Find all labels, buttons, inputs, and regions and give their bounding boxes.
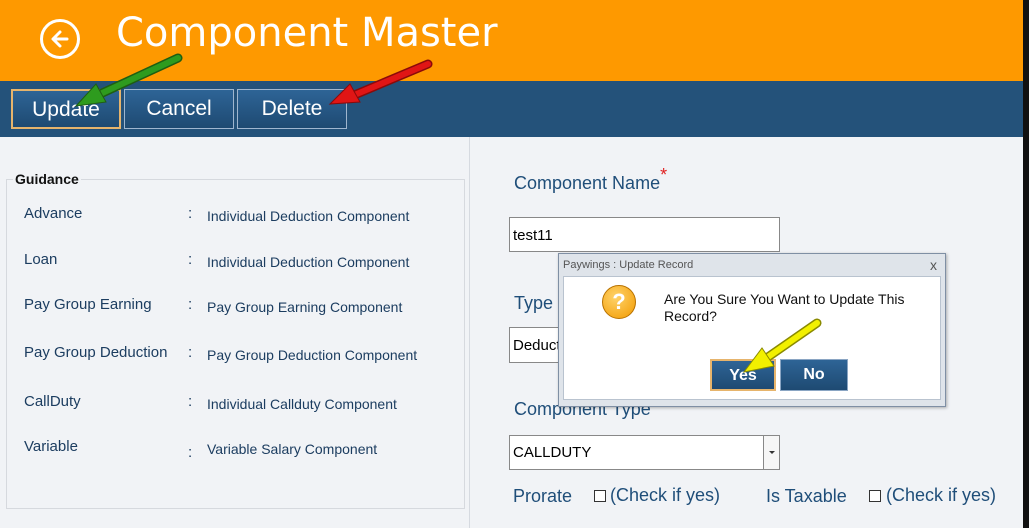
- taxable-checkbox[interactable]: [869, 490, 881, 502]
- guidance-key: Pay Group Deduction: [24, 344, 168, 361]
- prorate-checkbox[interactable]: [594, 490, 606, 502]
- component-type-select[interactable]: CALLDUTY: [509, 435, 780, 470]
- guidance-separator: :: [188, 444, 193, 461]
- app-header: Component Master: [0, 0, 1029, 81]
- guidance-separator: :: [188, 344, 193, 361]
- guidance-key: Pay Group Earning: [24, 296, 152, 313]
- required-mark: *: [660, 165, 668, 185]
- guidance-value: Variable Salary Component: [207, 441, 378, 457]
- no-button[interactable]: No: [780, 359, 848, 391]
- prorate-label: Prorate: [513, 486, 573, 506]
- taxable-label: Is Taxable: [766, 486, 847, 506]
- question-icon: ?: [602, 285, 636, 319]
- close-icon[interactable]: x: [930, 257, 937, 273]
- guidance-row: CallDuty : Individual Callduty Component: [0, 393, 470, 415]
- guidance-separator: :: [188, 251, 193, 268]
- component-name-label: Component Name*: [514, 165, 667, 194]
- dialog-body: ? Are You Sure You Want to Update This R…: [563, 276, 941, 400]
- delete-button[interactable]: Delete: [237, 89, 347, 129]
- guidance-key: Loan: [24, 251, 58, 268]
- dialog-message: Are You Sure You Want to Update This Rec…: [664, 291, 905, 324]
- prorate-check-label: (Check if yes): [610, 485, 721, 505]
- update-button[interactable]: Update: [11, 89, 121, 129]
- taxable-check-label: (Check if yes): [886, 485, 997, 505]
- back-button[interactable]: [40, 19, 80, 59]
- guidance-title: Guidance: [13, 171, 81, 187]
- back-arrow-icon: [51, 30, 69, 48]
- guidance-separator: :: [188, 393, 193, 410]
- component-type-value: CALLDUTY: [513, 444, 592, 461]
- guidance-row: Pay Group Deduction : Pay Group Deductio…: [0, 344, 470, 366]
- guidance-separator: :: [188, 205, 193, 222]
- guidance-row: Advance : Individual Deduction Component: [0, 205, 470, 227]
- guidance-value: Individual Deduction Component: [207, 208, 410, 224]
- cancel-button[interactable]: Cancel: [124, 89, 234, 129]
- guidance-row: Pay Group Earning : Pay Group Earning Co…: [0, 296, 470, 318]
- guidance-value: Pay Group Deduction Component: [207, 347, 418, 363]
- guidance-panel: Guidance Advance : Individual Deduction …: [0, 137, 470, 528]
- guidance-value: Individual Callduty Component: [207, 396, 397, 412]
- guidance-key: Variable: [24, 438, 78, 455]
- component-name-label-text: Component Name: [514, 173, 661, 193]
- guidance-key: CallDuty: [24, 393, 81, 410]
- guidance-value: Pay Group Earning Component: [207, 299, 403, 315]
- update-confirm-dialog: Paywings : Update Record x ? Are You Sur…: [558, 253, 946, 407]
- dialog-titlebar[interactable]: Paywings : Update Record x: [559, 254, 945, 276]
- window-edge: [1023, 0, 1029, 528]
- type-label: Type: [514, 293, 554, 313]
- chevron-down-icon[interactable]: [763, 436, 779, 469]
- dialog-title: Paywings : Update Record: [563, 259, 694, 271]
- guidance-row: Variable : Variable Salary Component: [0, 438, 470, 461]
- guidance-key: Advance: [24, 205, 83, 222]
- guidance-row: Loan : Individual Deduction Component: [0, 251, 470, 273]
- guidance-separator: :: [188, 296, 193, 313]
- guidance-value: Individual Deduction Component: [207, 254, 410, 270]
- yes-button[interactable]: Yes: [710, 359, 776, 391]
- component-name-input[interactable]: test11: [509, 217, 780, 252]
- page-title: Component Master: [116, 10, 498, 56]
- toolbar: Update Cancel Delete: [0, 81, 1023, 137]
